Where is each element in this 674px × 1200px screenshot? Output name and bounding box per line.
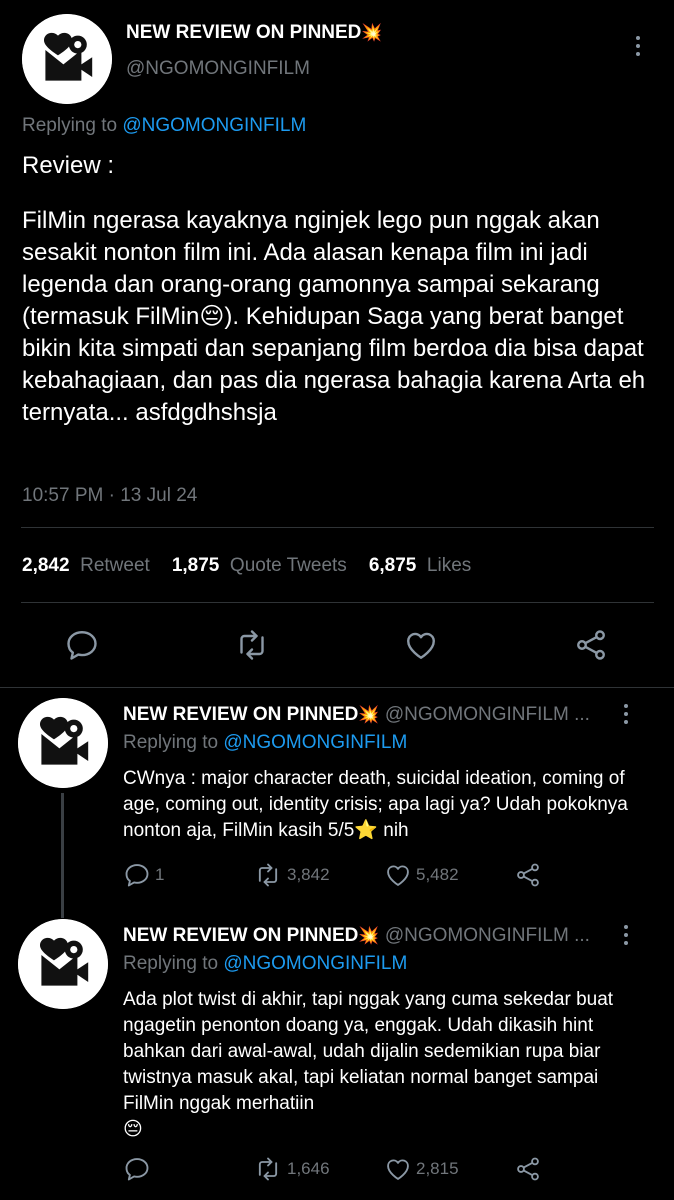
retweet-count: 3,842	[287, 865, 330, 884]
explosion-emoji: 💥	[358, 926, 380, 945]
tweet-heading: Review :	[22, 152, 115, 179]
author-name[interactable]: NEW REVIEW ON PINNED💥	[126, 22, 383, 44]
section-divider	[0, 687, 674, 688]
quote-label: Quote Tweets	[229, 555, 347, 576]
retweet-icon[interactable]	[233, 627, 271, 663]
more-options-icon[interactable]	[623, 925, 629, 949]
author-handle[interactable]: @NGOMONGINFILM	[126, 58, 310, 80]
replying-to-label: Replying to	[123, 953, 219, 974]
replying-to: Replying to @NGOMONGINFILM	[123, 953, 407, 975]
author-name-text: NEW REVIEW ON PINNED	[123, 925, 359, 946]
retweet-icon	[253, 1155, 283, 1183]
explosion-emoji: 💥	[361, 23, 383, 42]
tweet-body: FilMin ngerasa kayaknya nginjek lego pun…	[22, 205, 652, 429]
like-action[interactable]: 2,815	[384, 1155, 459, 1183]
likes-stat[interactable]: 6,875 Likes	[369, 555, 471, 576]
retweet-count: 1,646	[287, 1159, 330, 1178]
reply-body: Ada plot twist di akhir, tapi nggak yang…	[123, 987, 643, 1143]
retweet-action[interactable]: 1,646	[253, 1155, 330, 1183]
heart-icon[interactable]	[403, 627, 439, 663]
replying-to-handle-link[interactable]: @NGOMONGINFILM	[223, 953, 407, 974]
replying-to-handle-link[interactable]: @NGOMONGINFILM	[223, 732, 407, 753]
like-count: 2,815	[416, 1159, 459, 1178]
more-options-icon[interactable]	[623, 704, 629, 728]
film-heart-logo-icon	[18, 919, 108, 1009]
reply-body: CWnya : major character death, suicidal …	[123, 766, 643, 844]
replying-to: Replying to @NGOMONGINFILM	[123, 732, 407, 754]
avatar[interactable]	[22, 14, 112, 104]
avatar[interactable]	[18, 919, 108, 1009]
reply-action[interactable]	[123, 1155, 155, 1183]
replying-to-label: Replying to	[123, 732, 219, 753]
reply-icon	[123, 861, 151, 889]
reply-header: NEW REVIEW ON PINNED💥 @NGOMONGINFILM ...	[123, 704, 613, 726]
film-heart-logo-icon	[22, 14, 112, 104]
share-icon[interactable]	[514, 861, 542, 889]
likes-label: Likes	[426, 555, 472, 576]
star-emoji: ⭐	[354, 820, 378, 841]
reply-body-text: Ada plot twist di akhir, tapi nggak yang…	[123, 989, 614, 1114]
tweet-timestamp[interactable]: 10:57 PM · 13 Jul 24	[22, 485, 197, 507]
heart-icon	[384, 861, 412, 889]
replying-to-handle-link[interactable]: @NGOMONGINFILM	[122, 115, 306, 136]
reply-header: NEW REVIEW ON PINNED💥 @NGOMONGINFILM ...	[123, 925, 613, 947]
heart-icon	[384, 1155, 412, 1183]
reply-count: 1	[155, 865, 165, 884]
replying-to: Replying to @NGOMONGINFILM	[22, 115, 306, 137]
pensive-emoji: 😔	[123, 1119, 143, 1140]
author-handle[interactable]: @NGOMONGINFILM ...	[385, 704, 590, 725]
retweet-icon	[253, 861, 283, 889]
share-icon[interactable]	[573, 627, 609, 663]
thread-line	[61, 793, 64, 918]
author-name-text: NEW REVIEW ON PINNED	[123, 704, 359, 725]
divider	[21, 527, 654, 528]
more-options-icon[interactable]	[635, 36, 641, 60]
replying-to-label: Replying to	[22, 115, 118, 136]
author-name[interactable]: NEW REVIEW ON PINNED💥	[123, 925, 380, 946]
share-icon[interactable]	[514, 1155, 542, 1183]
pensive-emoji: 😔	[199, 303, 225, 330]
explosion-emoji: 💥	[358, 705, 380, 724]
retweet-stat[interactable]: 2,842 Retweet	[22, 555, 150, 576]
reply-icon	[123, 1155, 151, 1183]
like-count: 5,482	[416, 865, 459, 884]
reply-icon[interactable]	[64, 627, 100, 663]
retweet-label: Retweet	[80, 555, 150, 576]
quote-stat[interactable]: 1,875 Quote Tweets	[172, 555, 347, 576]
quote-count: 1,875	[171, 555, 220, 576]
reply-action[interactable]: 1	[123, 861, 164, 889]
reply-body-tail: nih	[377, 820, 409, 841]
likes-count: 6,875	[368, 555, 417, 576]
retweet-action[interactable]: 3,842	[253, 861, 330, 889]
author-name[interactable]: NEW REVIEW ON PINNED💥	[123, 704, 380, 725]
film-heart-logo-icon	[18, 698, 108, 788]
author-name-text: NEW REVIEW ON PINNED	[126, 22, 362, 43]
divider	[21, 602, 654, 603]
tweet-stats: 2,842 Retweet 1,875 Quote Tweets 6,875 Lik…	[22, 555, 471, 577]
retweet-count: 2,842	[22, 555, 70, 576]
avatar[interactable]	[18, 698, 108, 788]
author-handle[interactable]: @NGOMONGINFILM ...	[385, 925, 590, 946]
like-action[interactable]: 5,482	[384, 861, 459, 889]
